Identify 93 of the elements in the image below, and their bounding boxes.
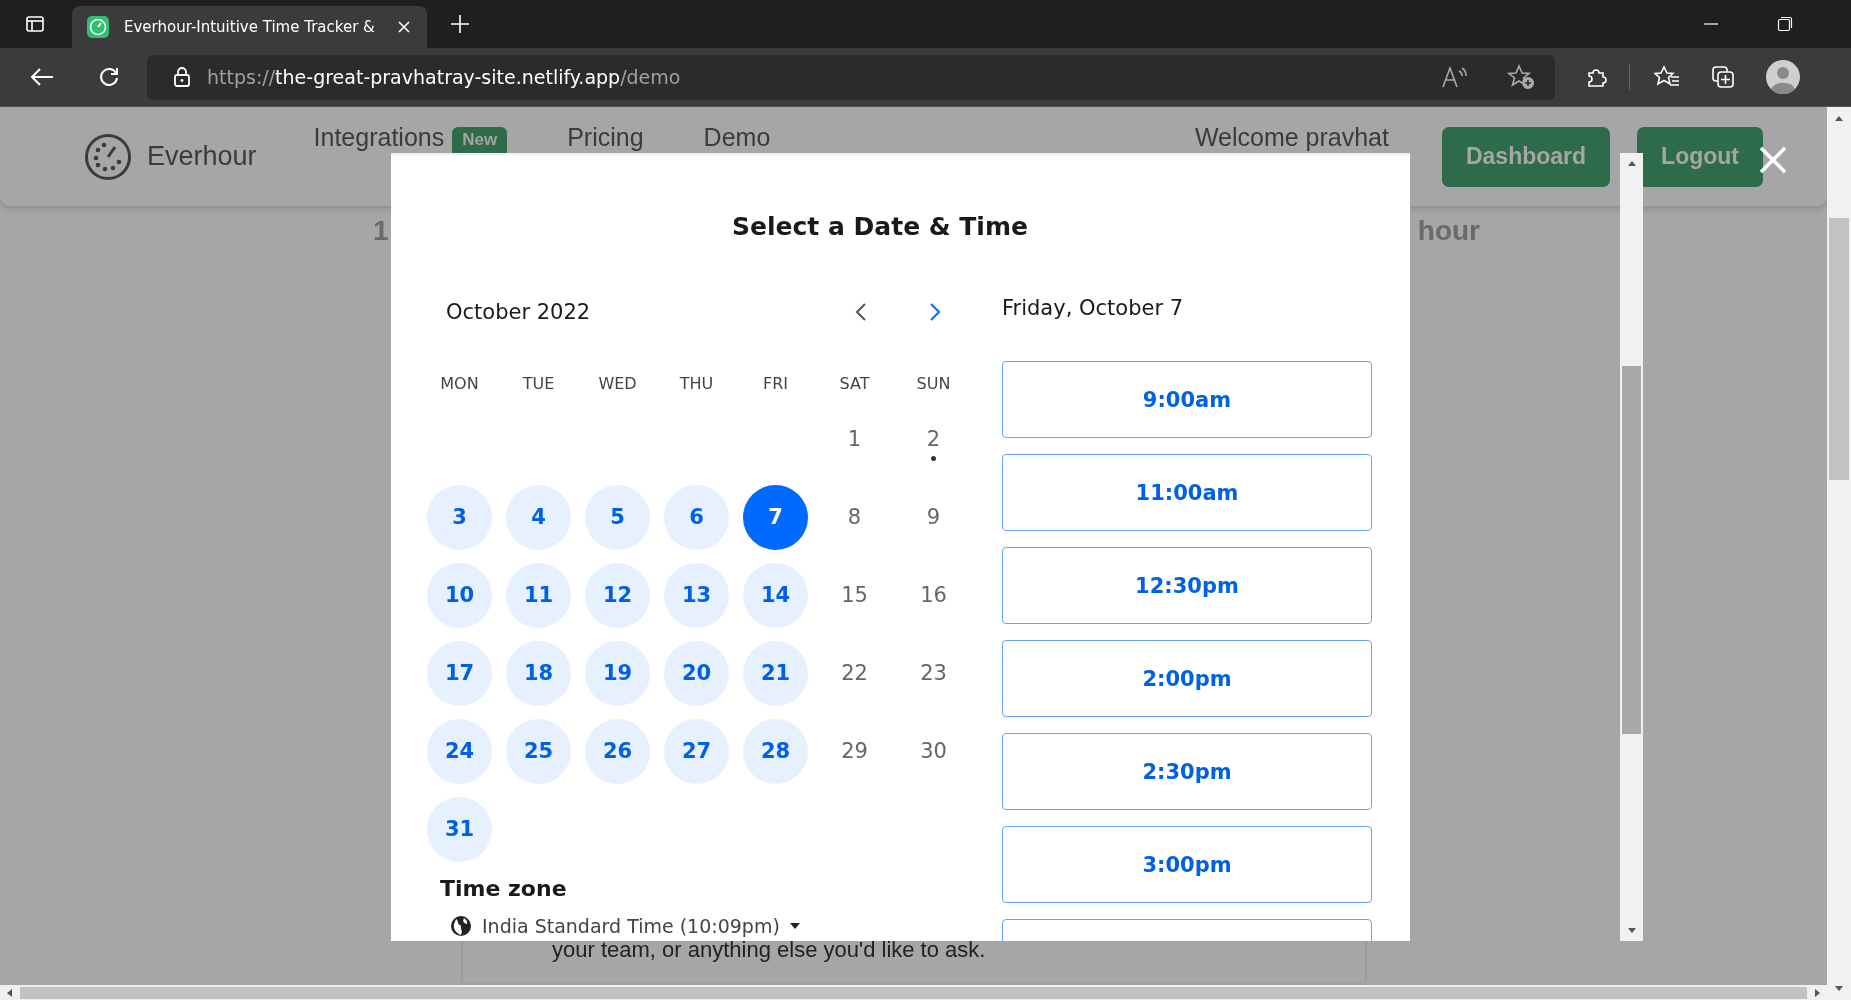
day-number: 1	[847, 427, 862, 451]
timezone-dropdown[interactable]: India Standard Time (10:09pm)	[482, 915, 780, 937]
day-button[interactable]: 26	[585, 718, 650, 784]
day-button[interactable]: 18	[506, 640, 571, 706]
back-icon[interactable]	[29, 66, 55, 88]
page-heading: 1	[373, 215, 389, 247]
weekday-label: WED	[597, 373, 638, 395]
weekday-label: MON	[439, 373, 480, 395]
day-number: 2	[926, 427, 941, 451]
page-heading: hour	[1417, 215, 1480, 247]
scroll-right-icon[interactable]	[1813, 987, 1821, 998]
logo-text[interactable]: Everhour	[147, 141, 257, 172]
scroll-up-icon[interactable]	[1626, 160, 1637, 168]
nav-link[interactable]: Demo	[703, 123, 771, 152]
day-number: 16	[920, 583, 947, 607]
add-favorite-icon[interactable]	[1507, 64, 1535, 90]
globe-icon	[450, 915, 472, 937]
card-text: your team, or anything else you'd like to ask.	[552, 937, 986, 962]
scrollbar-thumb[interactable]	[1622, 366, 1641, 734]
horizontal-scrollbar[interactable]	[0, 985, 1827, 1000]
scroll-up-icon[interactable]	[1834, 115, 1844, 123]
welcome-text: Welcome pravhat	[1194, 123, 1389, 152]
time-slot-button[interactable]: 11:00am	[1002, 454, 1372, 531]
clock-icon	[86, 15, 110, 39]
header-button[interactable]: Dashboard	[1441, 126, 1611, 187]
selected-date: Friday, October 7	[1002, 296, 1185, 320]
profile-avatar[interactable]	[1766, 60, 1800, 94]
weekday-label: FRI	[761, 373, 789, 395]
caret-icon[interactable]	[789, 923, 800, 929]
day-button[interactable]: 6	[664, 484, 729, 550]
day-button[interactable]: 3	[427, 484, 492, 550]
day-button[interactable]: 17	[427, 640, 492, 706]
sidebar-icon[interactable]	[25, 14, 45, 34]
day-button[interactable]: 4	[506, 484, 571, 550]
address-bar[interactable]: https://the-great-pravhatray-site.netlify.app/demo	[147, 54, 1555, 100]
day-button[interactable]: 25	[506, 718, 571, 784]
day-button[interactable]: 14	[743, 562, 808, 628]
day-number: 8	[847, 505, 862, 529]
scrollbar-thumb[interactable]	[1829, 218, 1849, 480]
day-number: 23	[920, 661, 947, 685]
day-number: 22	[841, 661, 868, 685]
chevron-right-icon[interactable]	[929, 302, 941, 322]
weekday-label: THU	[678, 373, 715, 395]
restore-icon[interactable]	[1777, 16, 1793, 32]
time-slot-button[interactable]: 3:00pm	[1002, 826, 1372, 903]
time-slot-button[interactable]: 2:00pm	[1002, 640, 1372, 717]
day-button[interactable]: 5	[585, 484, 650, 550]
nav-link[interactable]: Pricing	[567, 123, 644, 152]
clock-icon[interactable]	[84, 132, 132, 181]
time-slot-button[interactable]: 9:00am	[1002, 361, 1372, 438]
dialog-scrollbar[interactable]	[1620, 153, 1643, 941]
time-slot-button[interactable]: 2:30pm	[1002, 733, 1372, 810]
chevron-left-icon[interactable]	[855, 302, 867, 322]
close-icon[interactable]	[1759, 146, 1787, 174]
day-button[interactable]: 20	[664, 640, 729, 706]
day-number: 30	[920, 739, 947, 763]
collections-icon[interactable]	[1710, 64, 1736, 90]
browser-tab[interactable]: Everhour-Intuitive Time Tracker &	[72, 6, 427, 48]
day-number: 29	[841, 739, 868, 763]
reload-icon[interactable]	[97, 65, 121, 89]
day-number: 15	[841, 583, 868, 607]
scrollbar-thumb[interactable]	[20, 986, 1807, 999]
read-aloud-icon[interactable]	[1441, 65, 1469, 89]
weekday-label: SUN	[915, 373, 952, 395]
day-number: 9	[926, 505, 941, 529]
new-tab-icon[interactable]	[449, 13, 471, 35]
day-button[interactable]: 13	[664, 562, 729, 628]
day-button[interactable]: 19	[585, 640, 650, 706]
day-button[interactable]: 7	[743, 484, 808, 550]
day-button[interactable]: 21	[743, 640, 808, 706]
scroll-down-icon[interactable]	[1626, 926, 1637, 934]
day-button[interactable]: 10	[427, 562, 492, 628]
header-button[interactable]: Logout	[1637, 126, 1763, 187]
timezone-label: Time zone	[440, 876, 568, 901]
day-button[interactable]: 31	[427, 796, 492, 862]
day-button[interactable]: 24	[427, 718, 492, 784]
weekday-label: TUE	[521, 373, 556, 395]
day-button[interactable]: 12	[585, 562, 650, 628]
close-icon[interactable]	[397, 20, 411, 34]
url-text: https://the-great-pravhatray-site.netlify.app/demo	[207, 66, 681, 88]
lock-icon[interactable]	[173, 66, 191, 88]
scroll-down-icon[interactable]	[1834, 984, 1844, 992]
time-slot-button[interactable]: 12:30pm	[1002, 547, 1372, 624]
month-label: October 2022	[446, 300, 591, 324]
day-button[interactable]: 27	[664, 718, 729, 784]
day-button[interactable]: 11	[506, 562, 571, 628]
weekday-label: SAT	[838, 373, 871, 395]
scroll-left-icon[interactable]	[6, 987, 14, 998]
favorites-icon[interactable]	[1654, 65, 1680, 89]
vertical-scrollbar[interactable]	[1827, 107, 1851, 1000]
day-button[interactable]: 28	[743, 718, 808, 784]
nav-link[interactable]: Integrations	[313, 123, 445, 152]
dialog-title: Select a Date & Time	[731, 212, 1029, 241]
